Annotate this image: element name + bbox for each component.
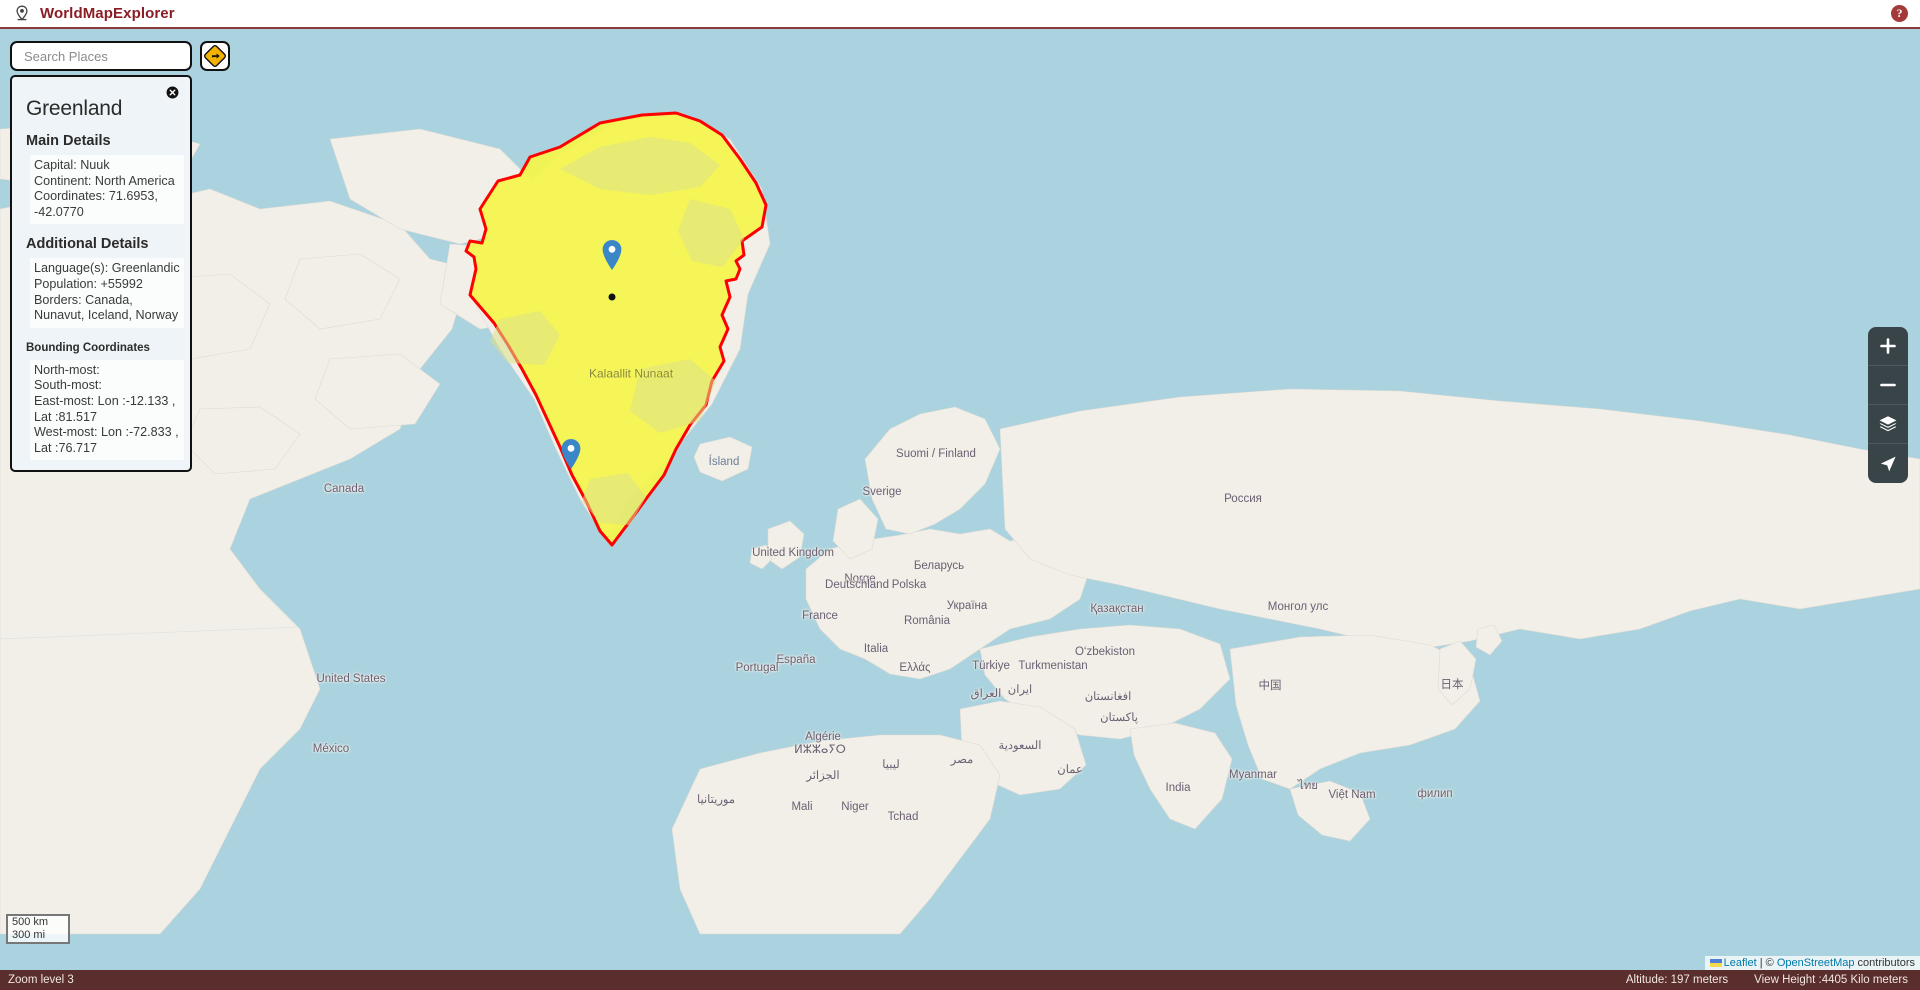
place-info-panel: Greenland Main Details Capital: Nuuk Con… [10,75,192,473]
directions-icon [204,45,226,67]
zoom-out-button[interactable] [1868,366,1908,405]
view-height-status: View Height :4405 Kilo meters [1754,974,1908,986]
section-heading-additional: Additional Details [26,236,149,253]
bounding-line: North-most: [34,362,100,377]
scale-metric: 500 km [6,914,70,929]
section-body-additional: Language(s): Greenlandic Population: +55… [30,258,184,328]
minus-icon [1880,383,1896,387]
attribution: Leaflet | © OpenStreetMap contributors [1704,956,1920,970]
map-controls [1868,327,1908,483]
detail-line: Capital: Nuuk [34,158,110,172]
attribution-copyright: © [1765,957,1777,969]
layers-button[interactable] [1868,405,1908,444]
section-body-main: Capital: Nuuk Continent: North America C… [30,155,184,225]
detail-line: Borders: Canada, Nunavut, Iceland, Norwa… [34,292,179,323]
detail-line: Continent: North America [34,173,175,188]
map-pin-icon [602,240,622,270]
search-row [10,41,230,71]
scale-control: 500 km 300 mi [6,914,70,944]
zoom-level-status: Zoom level 3 [8,974,74,986]
status-right-group: Altitude: 197 meters View Height :4405 K… [1626,974,1912,986]
directions-button[interactable] [200,41,230,71]
bounding-line: West-most: Lon :-72.833 , Lat :76.717 [34,425,179,455]
attribution-separator: | [1756,957,1766,969]
section-body-bounding: North-most: South-most: East-most: Lon :… [30,359,184,461]
locate-button[interactable] [1868,444,1908,483]
bounding-line: East-most: Lon :-12.133 , Lat :81.517 [34,393,176,424]
status-bar: Zoom level 3 Altitude: 197 meters View H… [0,970,1920,990]
close-icon[interactable] [166,86,179,99]
scale-imperial: 300 mi [6,929,70,944]
app-root: WorldMapExplorer ? Kalaallit Nunaat Ísla… [0,0,1920,990]
map-marker-south[interactable] [560,438,582,475]
leaflet-link[interactable]: Leaflet [1724,957,1757,969]
map-marker-capital[interactable] [601,239,623,276]
detail-line: Population: +55992 [34,276,143,291]
section-heading-bounding: Bounding Coordinates [26,341,150,354]
detail-line: Language(s): Greenlandic [34,261,180,276]
section-heading-main: Main Details [26,133,111,149]
osm-link[interactable]: OpenStreetMap [1777,957,1855,969]
bounding-line: South-most: [34,378,102,393]
map-marker-capital-dot [608,293,616,301]
help-icon[interactable]: ? [1891,5,1908,22]
app-header: WorldMapExplorer ? [0,0,1920,29]
zoom-in-button[interactable] [1868,327,1908,366]
altitude-status: Altitude: 197 meters [1625,974,1729,986]
ukraine-flag-icon [1709,959,1722,967]
search-input[interactable] [22,43,202,69]
location-pin-icon [16,5,28,20]
search-box[interactable] [10,41,217,71]
page-title: Greenland [26,97,123,120]
app-title: WorldMapExplorer [40,5,175,22]
layers-icon [1879,416,1897,432]
brand: WorldMapExplorer [14,5,175,23]
basemap-tiles [0,29,1920,970]
attribution-contributors: contributors [1854,957,1915,969]
locate-arrow-icon [1880,456,1896,471]
plus-icon [1880,338,1896,354]
map-canvas[interactable]: Kalaallit Nunaat Ísland Canada Norge Sve… [0,29,1920,970]
detail-line: Coordinates: 71.6953, -42.0770 [34,189,158,219]
map-pin-icon [561,439,581,469]
